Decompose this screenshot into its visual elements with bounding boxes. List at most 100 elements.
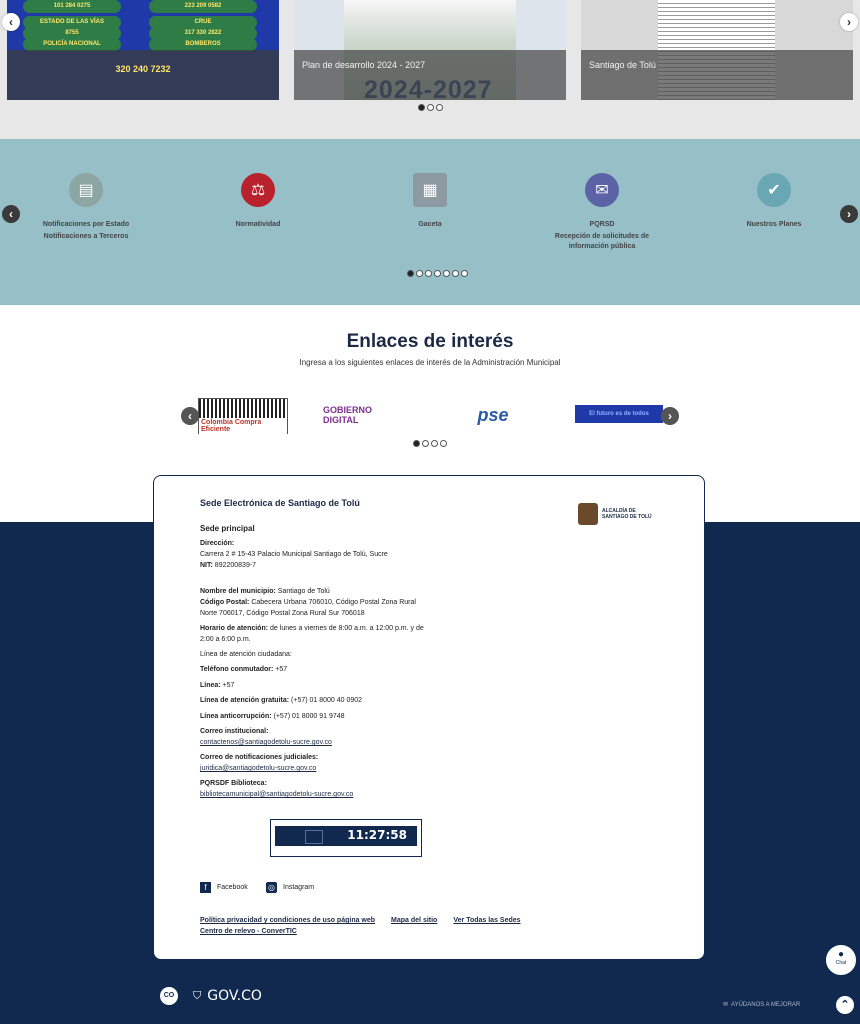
carousel-next-button[interactable]: › [840,13,858,31]
links-dot[interactable] [431,440,438,447]
links-next-button[interactable]: › [661,407,679,425]
services-next-button[interactable]: › [840,205,858,223]
services-dot[interactable] [407,270,414,277]
chat-bubble-icon: ✉ [585,173,619,207]
municipio-value: Santiago de Tolú [277,588,330,595]
anticorrupcion-label: Línea anticorrupción: [200,713,272,720]
services-dots [407,270,468,277]
services-prev-button[interactable]: ‹ [2,205,20,223]
telefono-label: Teléfono conmutador: [200,666,274,673]
logo-label: Colombia Compra Eficiente [199,418,287,434]
co-badge-icon[interactable]: CO [160,987,178,1005]
carousel-slide-1[interactable]: 101 284 0275 223 209 0582 ESTADO DE LAS … [7,0,279,100]
service-normatividad[interactable]: ⚖ Normatividad [172,173,344,228]
correo-block: Correo institucional: contactenos@santia… [200,726,430,748]
services-band: ▤ Notificaciones por Estado Notificacion… [0,139,860,305]
footer-title: Sede Electrónica de Santiago de Tolú [200,498,360,508]
instagram-icon: ◎ [266,882,277,893]
logo-el-futuro[interactable]: El futuro es de todos [575,405,663,423]
pqrsdf-label: PQRSDF Biblioteca: [200,780,267,787]
carousel-prev-button[interactable]: ‹ [2,13,20,31]
links-title: Enlaces de interés [346,331,514,352]
services-dot[interactable] [425,270,432,277]
carousel-dot[interactable] [427,104,434,111]
links-dots [413,440,447,447]
chat-button[interactable]: ● Chat [824,943,858,977]
slide-caption: Santiago de Tolú [581,50,853,100]
facebook-icon: f [200,882,211,893]
judicial-link[interactable]: juridica@santiagodetolu-sucre.gov.co [200,765,316,772]
chevron-right-icon: › [668,409,672,423]
help-improve-link[interactable]: ✉ AYÚDANOS A MEJORAR [723,1001,801,1009]
target-check-icon: ✔ [757,173,791,207]
linea-value: +57 [222,682,235,689]
services-dot[interactable] [443,270,450,277]
privacy-link[interactable]: Política privacidad y condiciones de uso… [200,917,375,924]
slide-caption: Plan de desarrollo 2024 - 2027 [294,50,566,100]
links-prev-button[interactable]: ‹ [181,407,199,425]
gratuita-block: Línea de atención gratuita: (+57) 01 800… [200,695,430,706]
coat-of-arms-icon [578,503,598,525]
chevron-left-icon: ‹ [9,15,13,29]
carousel-dot[interactable] [418,104,425,111]
service-nuestros-planes[interactable]: ✔ Nuestros Planes [688,173,860,228]
gratuita-label: Línea de atención gratuita: [200,697,290,704]
sitemap-link[interactable]: Mapa del sitio [391,917,437,924]
services-dot[interactable] [434,270,441,277]
links-dot[interactable] [413,440,420,447]
scroll-top-button[interactable]: ⌃ [836,996,854,1014]
logo-colombia-compra[interactable]: Colombia Compra Eficiente [198,398,288,434]
footer-links: Política privacidad y condiciones de uso… [200,917,521,924]
services-dot[interactable] [461,270,468,277]
services-dot[interactable] [452,270,459,277]
municipio-label: Nombre del municipio: [200,588,276,595]
facebook-link[interactable]: f Facebook [200,882,248,893]
logo-label: pse [477,404,509,425]
facebook-label: Facebook [217,884,248,891]
govco-logo[interactable]: ⛉ GOV.CO [193,988,262,1004]
newspaper-icon: ▦ [413,173,447,207]
service-label: Nuestros Planes [746,221,802,228]
comment-icon: ✉ [723,1002,729,1008]
convertic-link[interactable]: Centro de relevo - ConverTIC [200,928,297,935]
chat-bubble-icon: ● [837,949,845,960]
correo-link[interactable]: contactenos@santiagodetolu-sucre.gov.co [200,739,332,746]
pqrsdf-link[interactable]: bibliotecamunicipal@santiagodetolu-sucre… [200,791,353,798]
carousel-slide-2[interactable]: 2024-2027 Plan de desarrollo 2024 - 2027 [294,0,566,100]
carousel-dot[interactable] [436,104,443,111]
footer-links-row2: Centro de relevo - ConverTIC [200,928,297,935]
judicial-label: Correo de notificaciones judiciales: [200,754,319,761]
chevron-right-icon: › [847,207,851,221]
carousel-dots [418,104,443,111]
help-improve-label: AYÚDANOS A MEJORAR [731,1001,801,1008]
linea-label: Línea: [200,682,221,689]
instagram-label: Instagram [283,884,315,891]
direccion-value: Carrera 2 # 15-43 Palacio Municipal Sant… [200,551,388,558]
all-sedes-link[interactable]: Ver Todas las Sedes [453,917,520,924]
service-notificaciones[interactable]: ▤ Notificaciones por Estado Notificacion… [0,173,172,242]
sede-heading: Sede principal [200,524,255,533]
horario-block: Horario de atención: de lunes a viernes … [200,623,430,645]
law-book-icon: ⚖ [241,173,275,207]
service-pqrsd[interactable]: ✉ PQRSD Recepción de solicitudes de info… [516,173,688,252]
service-sublabel: Recepción de solicitudes de información … [554,233,650,250]
service-label: PQRSD [589,221,615,228]
links-dot[interactable] [440,440,447,447]
logo-pse[interactable]: pse [455,398,531,432]
links-dot[interactable] [422,440,429,447]
services-dot[interactable] [416,270,423,277]
service-gaceta[interactable]: ▦ Gaceta [344,173,516,228]
slide-caption: 320 240 7232 [7,50,279,100]
instagram-link[interactable]: ◎ Instagram [266,882,314,893]
logo-gobierno-digital[interactable]: GOBIERNO DIGITAL [323,398,409,432]
footer-card: Sede Electrónica de Santiago de Tolú ALC… [153,475,705,960]
nit-label: NIT: [200,562,213,569]
nit-value: 892200839-7 [214,562,257,569]
pill-number: 101 284 0275 [23,0,121,13]
linea-ciudadana-label: Línea de atención ciudadana: [200,651,292,658]
municipio-block: Nombre del municipio: Santiago de Tolú C… [200,586,430,619]
gov-bar: CO ⛉ GOV.CO ✉ AYÚDANOS A MEJORAR ⌃ [0,975,860,1024]
carousel-slide-3[interactable]: Santiago de Tolú [581,0,853,100]
pill-number: 223 209 0582 [149,0,257,13]
telefono-block: Teléfono conmutador: +57 [200,664,430,675]
